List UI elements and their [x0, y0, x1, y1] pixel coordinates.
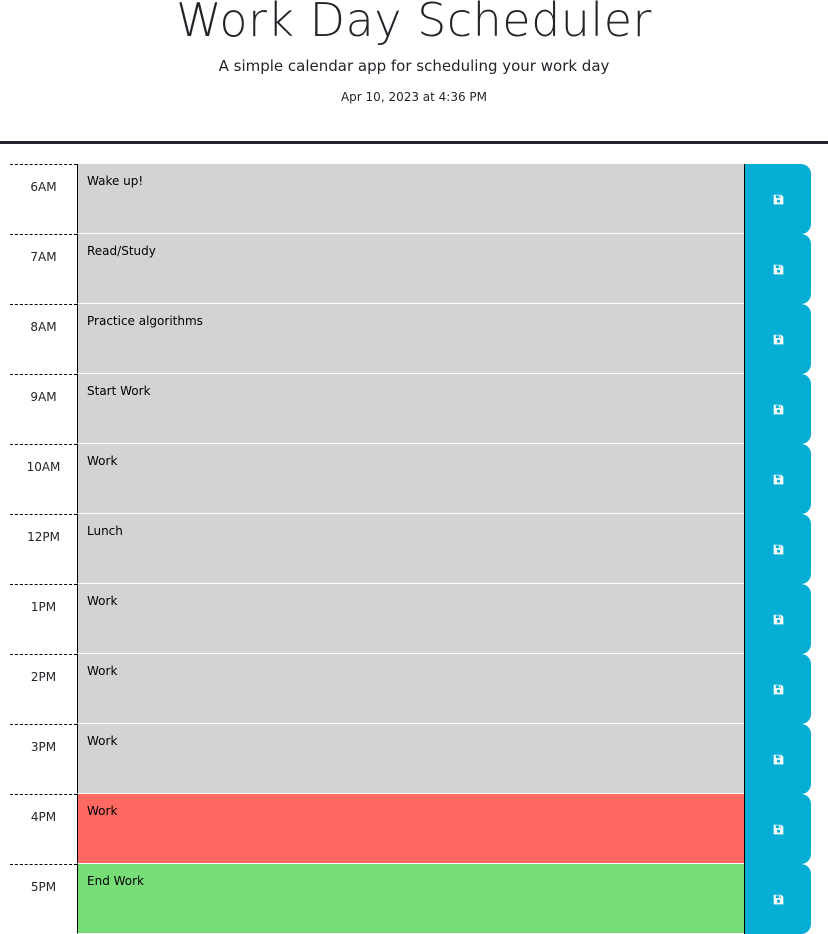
time-block-row: 4PM Work [10, 794, 811, 864]
save-icon [773, 614, 784, 625]
event-description-input[interactable]: Practice algorithms [77, 304, 744, 374]
save-icon [773, 544, 784, 555]
hour-label: 7AM [10, 234, 77, 304]
page-subtitle: A simple calendar app for scheduling you… [218, 57, 610, 75]
time-block-row: 5PM End Work [10, 864, 811, 934]
time-block-row: 10AM Work [10, 444, 811, 514]
hour-label: 12PM [10, 514, 77, 584]
time-block-list: 6AM Wake up! 7AM Read/Study 8AM Practice… [10, 164, 811, 934]
hour-label: 10AM [10, 444, 77, 514]
event-description-input[interactable]: Work [77, 584, 744, 654]
time-block-row: 7AM Read/Study [10, 234, 811, 304]
time-block-row: 8AM Practice algorithms [10, 304, 811, 374]
time-block-row: 6AM Wake up! [10, 164, 811, 234]
event-description-input[interactable]: Work [77, 794, 744, 864]
save-icon [773, 404, 784, 415]
time-block-row: 2PM Work [10, 654, 811, 724]
save-button[interactable] [744, 164, 811, 234]
event-description-input[interactable]: End Work [77, 864, 744, 934]
save-button[interactable] [744, 444, 811, 514]
save-button[interactable] [744, 514, 811, 584]
save-button[interactable] [744, 724, 811, 794]
hour-label: 3PM [10, 724, 77, 794]
hour-label: 2PM [10, 654, 77, 724]
save-icon [773, 194, 784, 205]
time-block-row: 1PM Work [10, 584, 811, 654]
save-icon [773, 684, 784, 695]
save-icon [773, 474, 784, 485]
save-button[interactable] [744, 584, 811, 654]
hour-label: 1PM [10, 584, 77, 654]
event-description-input[interactable]: Lunch [77, 514, 744, 584]
time-block-row: 3PM Work [10, 724, 811, 794]
page-header: Work Day Scheduler A simple calendar app… [0, 0, 828, 144]
event-description-input[interactable]: Work [77, 444, 744, 514]
event-description-input[interactable]: Work [77, 654, 744, 724]
hour-label: 6AM [10, 164, 77, 234]
save-icon [773, 894, 784, 905]
event-description-input[interactable]: Wake up! [77, 164, 744, 234]
save-button[interactable] [744, 654, 811, 724]
save-button[interactable] [744, 794, 811, 864]
event-description-input[interactable]: Start Work [77, 374, 744, 444]
save-icon [773, 754, 784, 765]
save-icon [773, 264, 784, 275]
save-button[interactable] [744, 234, 811, 304]
hour-label: 5PM [10, 864, 77, 934]
page-title: Work Day Scheduler [176, 0, 652, 47]
time-block-row: 9AM Start Work [10, 374, 811, 444]
event-description-input[interactable]: Work [77, 724, 744, 794]
hour-label: 4PM [10, 794, 77, 864]
save-icon [773, 334, 784, 345]
save-icon [773, 824, 784, 835]
time-block-row: 12PM Lunch [10, 514, 811, 584]
event-description-input[interactable]: Read/Study [77, 234, 744, 304]
save-button[interactable] [744, 304, 811, 374]
hour-label: 9AM [10, 374, 77, 444]
save-button[interactable] [744, 864, 811, 934]
hour-label: 8AM [10, 304, 77, 374]
save-button[interactable] [744, 374, 811, 444]
current-date: Apr 10, 2023 at 4:36 PM [340, 90, 488, 104]
